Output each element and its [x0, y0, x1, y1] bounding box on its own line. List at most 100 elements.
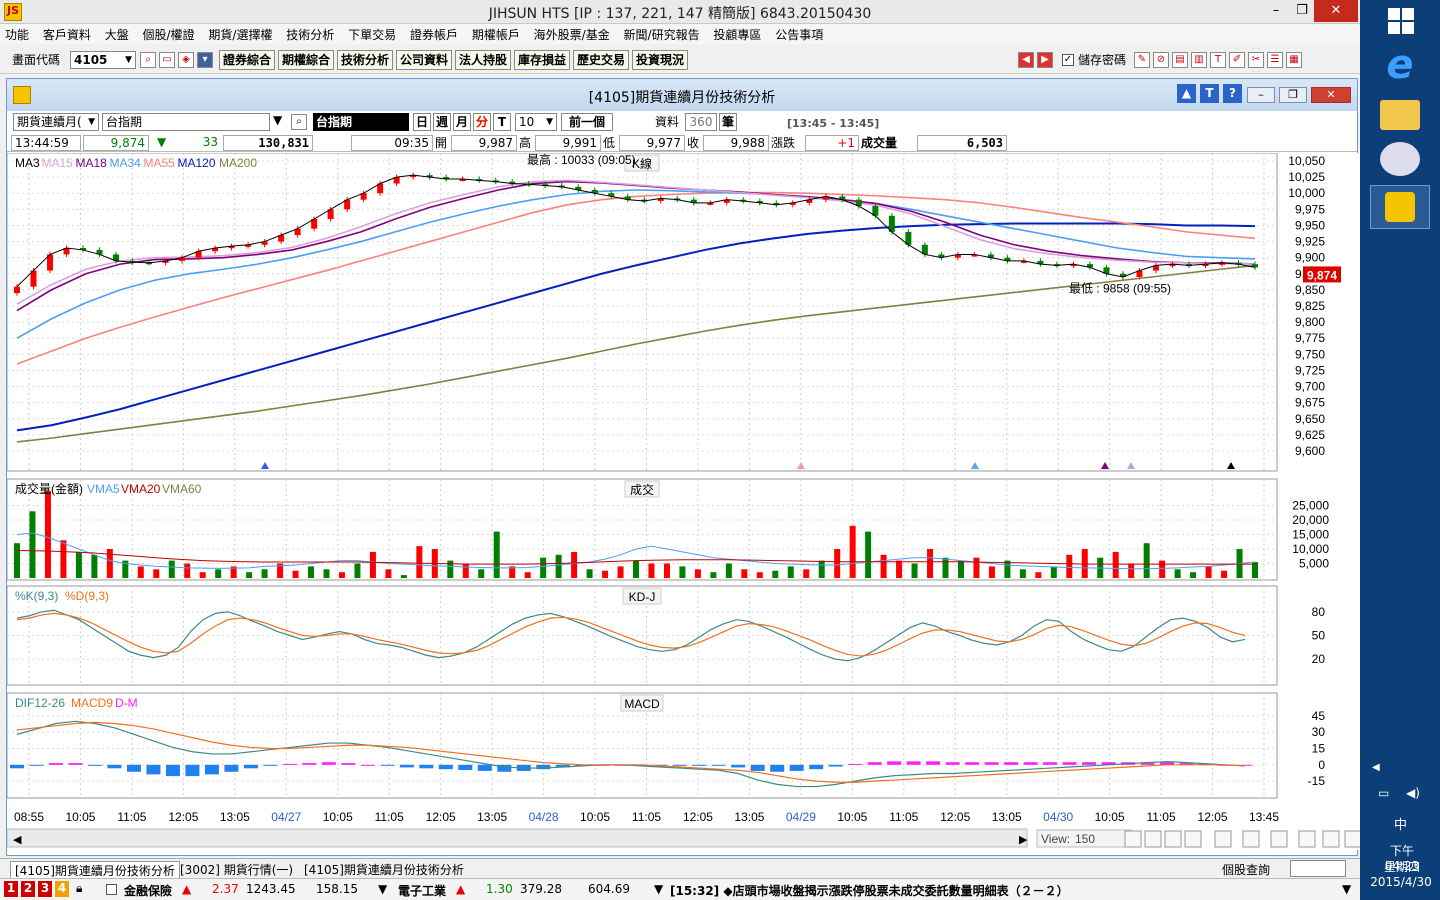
data-count-input[interactable]: 360 [685, 113, 717, 131]
menu-item[interactable]: 投顧專區 [708, 24, 766, 45]
macd-histogram-bar [887, 761, 902, 765]
layout-4-button[interactable]: 4 [55, 881, 69, 897]
prev-button[interactable]: 前一個 [561, 113, 613, 131]
volume-bar [447, 560, 454, 578]
lock-icon[interactable]: 🔒︎ [76, 881, 82, 896]
unit-button[interactable]: 筆 [719, 113, 737, 131]
menu-item[interactable]: 功能 [0, 24, 34, 45]
ie-icon[interactable]: e [1372, 42, 1428, 90]
down-arrow-icon: ▼ [157, 135, 167, 149]
save-password-checkbox[interactable]: ✓ [1062, 54, 1074, 66]
paint-icon[interactable] [1380, 142, 1420, 176]
minute-select[interactable]: 10 ▼ [515, 113, 557, 131]
pen-icon[interactable]: ✎ [1134, 52, 1150, 68]
period-day-button[interactable]: 日 [413, 113, 431, 131]
restore-icon[interactable]: ❐ [1288, 0, 1316, 22]
contract-type-select[interactable]: 期貨連續月(▼ [13, 113, 99, 131]
investment-status-button[interactable]: 投資現況 [632, 50, 689, 70]
clock-weekday: 星期四 [1383, 860, 1420, 874]
options-summary-button[interactable]: 期權綜合 [278, 50, 335, 70]
news-ticker[interactable]: [15:32] ◆店頭市場收盤揭示漲跌停股票未成交委託數量明細表（２－２） [670, 882, 1069, 899]
period-week-button[interactable]: 週 [433, 113, 451, 131]
menu-item[interactable]: 新聞/研究報告 [619, 24, 705, 45]
menu-item[interactable]: 大盤 [100, 24, 134, 45]
menu-item[interactable]: 客戶資料 [38, 24, 96, 45]
network-icon[interactable]: ▭ [1378, 786, 1389, 800]
tab-3002[interactable]: [3002] 期貨行情(一) [176, 861, 297, 878]
layout-1-button[interactable]: 1 [4, 881, 18, 897]
status-checkbox[interactable] [106, 884, 117, 895]
macd-histogram-bar [341, 763, 356, 765]
printer-icon[interactable]: ▤ [1172, 52, 1188, 68]
macd-histogram-bar [692, 764, 707, 766]
legend-item: %D(9,3) [65, 589, 109, 603]
menu-item[interactable]: 期貨/選擇權 [203, 24, 277, 45]
arrow-left-icon[interactable]: ◀ [1018, 52, 1034, 68]
text-icon[interactable]: T [1210, 52, 1226, 68]
chart-icon[interactable]: ▥ [1191, 52, 1207, 68]
move-up-icon[interactable]: ▲ [1177, 84, 1196, 103]
help-icon[interactable]: ? [1223, 84, 1242, 103]
symbol-input[interactable]: 台指期 [102, 113, 270, 131]
dropdown-arrow-icon[interactable]: ▼ [654, 882, 663, 896]
menu-item[interactable]: 下單交易 [343, 24, 401, 45]
list-icon[interactable]: ☰ [1267, 52, 1283, 68]
y-tick-label: 9,675 [1295, 396, 1325, 410]
menu-item[interactable]: 期權帳戶 [467, 24, 525, 45]
menu-item[interactable]: 個股/權證 [138, 24, 200, 45]
menu-item[interactable]: 技術分析 [281, 24, 339, 45]
search-icon[interactable]: ⌕ [140, 52, 156, 68]
tab-4105[interactable]: [4105]期貨連續月份技術分析 [300, 861, 468, 878]
period-tick-button[interactable]: T [493, 113, 511, 131]
window-close-icon[interactable]: ✕ [1311, 87, 1351, 103]
jihsun-taskbar-button[interactable] [1370, 185, 1430, 229]
edit-icon [1322, 830, 1340, 848]
lock-icon[interactable]: ◈ [178, 52, 194, 68]
minimize-icon[interactable]: – [1262, 0, 1290, 22]
y-tick-label: 5,000 [1299, 557, 1329, 571]
period-minute-button[interactable]: 分 [473, 113, 491, 131]
layout-2-button[interactable]: 2 [21, 881, 35, 897]
tools-icon[interactable]: ✂ [1248, 52, 1264, 68]
volume-bar [602, 570, 609, 578]
dropdown-arrow-icon[interactable]: ▼ [1342, 882, 1351, 896]
inventory-pl-button[interactable]: 庫存損益 [514, 50, 571, 70]
cancel-icon[interactable]: ⊘ [1153, 52, 1169, 68]
arrow-right-icon[interactable]: ▶ [1037, 52, 1053, 68]
macd-histogram-bar [458, 764, 473, 771]
period-month-button[interactable]: 月 [453, 113, 471, 131]
y-tick-label: 80 [1312, 605, 1326, 619]
technical-analysis-button[interactable]: 技術分析 [337, 50, 394, 70]
text-icon[interactable]: T [1200, 84, 1219, 103]
search-icon[interactable]: ⌕ [291, 114, 307, 130]
ime-indicator[interactable]: 中 [1394, 814, 1407, 833]
window-restore-icon[interactable]: ❐ [1279, 87, 1307, 103]
grid-icon[interactable]: ▦ [1286, 52, 1302, 68]
company-info-button[interactable]: 公司資料 [396, 50, 453, 70]
window-icon[interactable]: ▭ [159, 52, 175, 68]
y-tick-label: 10,025 [1288, 170, 1325, 184]
y-tick-label: 9,900 [1295, 251, 1325, 265]
volume-bar [818, 560, 825, 578]
layout-3-button[interactable]: 3 [38, 881, 52, 897]
chevron-up-icon[interactable]: ◀ [1372, 762, 1380, 773]
sector1-name: 金融保險 [124, 884, 173, 898]
menu-item[interactable]: 證券帳戶 [405, 24, 463, 45]
note-icon[interactable]: ✐ [1229, 52, 1245, 68]
dropdown-arrow-icon[interactable]: ▼ [378, 882, 387, 896]
folder-icon[interactable] [1380, 100, 1420, 130]
institutional-holdings-button[interactable]: 法人持股 [455, 50, 512, 70]
windows-logo-icon[interactable] [1388, 8, 1414, 34]
stock-search-input[interactable] [1290, 860, 1346, 877]
volume-icon[interactable]: ◀) [1406, 786, 1420, 800]
securities-summary-button[interactable]: 證券綜合 [219, 50, 276, 70]
close-icon[interactable]: ✕ [1314, 0, 1358, 22]
history-trades-button[interactable]: 歷史交易 [573, 50, 630, 70]
dropdown-arrow-icon[interactable]: ▼ [273, 113, 287, 131]
window-minimize-icon[interactable]: – [1247, 87, 1275, 103]
code-input[interactable]: 4105 ▼ [70, 51, 136, 69]
y-tick-label: 45 [1312, 709, 1326, 723]
menu-item[interactable]: 海外股票/基金 [529, 24, 615, 45]
dropdown-icon[interactable]: ▾ [197, 52, 213, 68]
menu-item[interactable]: 公告事項 [770, 24, 828, 45]
